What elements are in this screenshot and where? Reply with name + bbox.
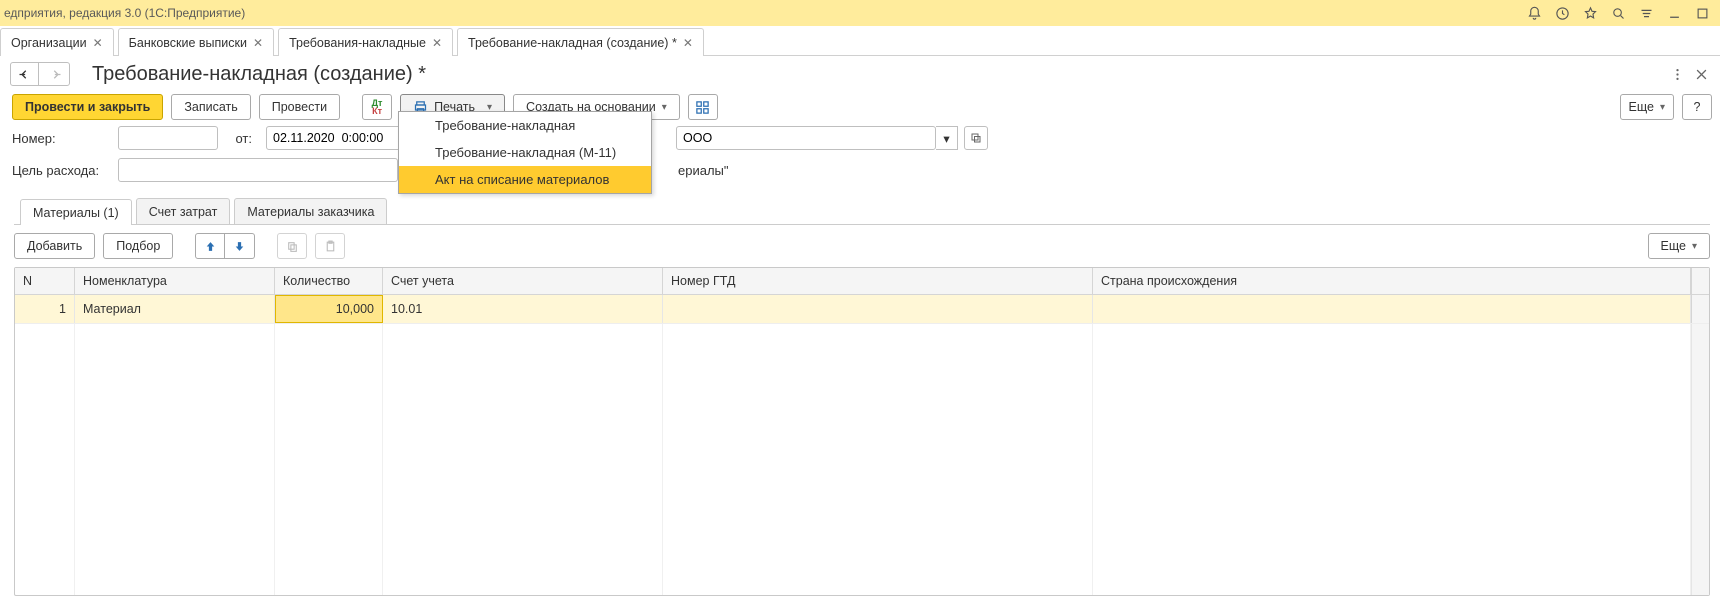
cell-qty[interactable]: 10,000 (275, 295, 383, 323)
close-icon[interactable]: ✕ (93, 36, 103, 50)
table-toolbar: Добавить Подбор Еще ▾ (14, 225, 1710, 267)
col-header-account[interactable]: Счет учета (383, 268, 663, 294)
grid-scrollbar[interactable] (1691, 295, 1709, 323)
table-more-label: Еще (1661, 239, 1686, 253)
purpose-label: Цель расхода: (12, 163, 108, 178)
page-header: Требование-накладная (создание) * (0, 56, 1720, 86)
tab-label: Банковские выписки (129, 36, 247, 50)
minimize-icon[interactable] (1660, 1, 1688, 25)
print-menu-item[interactable]: Требование-накладная (М-11) (399, 139, 651, 166)
document-form: Номер: от: ▾ Цель расхода: ериалы" (0, 126, 1720, 198)
partial-text-fragment: ериалы" (678, 163, 729, 178)
window-tab[interactable]: Банковские выписки ✕ (118, 28, 274, 56)
tab-label: Организации (11, 36, 87, 50)
close-icon[interactable]: ✕ (253, 36, 263, 50)
detail-tab[interactable]: Материалы (1) (20, 199, 132, 225)
history-icon[interactable] (1548, 1, 1576, 25)
window-tab[interactable]: Требования-накладные ✕ (278, 28, 453, 56)
post-button[interactable]: Провести (259, 94, 340, 120)
search-icon[interactable] (1604, 1, 1632, 25)
window-title: едприятия, редакция 3.0 (1С:Предприятие) (0, 6, 245, 20)
grid-scroll-header (1691, 268, 1709, 294)
organization-open-icon[interactable] (964, 126, 988, 150)
col-header-nomenclature[interactable]: Номенклатура (75, 268, 275, 294)
chevron-down-icon: ▾ (1692, 241, 1697, 252)
cell-gtd[interactable] (663, 295, 1093, 323)
col-header-gtd[interactable]: Номер ГТД (663, 268, 1093, 294)
move-row-group (195, 233, 255, 259)
pick-button[interactable]: Подбор (103, 233, 173, 259)
cell-account[interactable]: 10.01 (383, 295, 663, 323)
cell-n[interactable]: 1 (15, 295, 75, 323)
organization-input[interactable] (681, 130, 931, 146)
favorite-icon[interactable] (1576, 1, 1604, 25)
table-row[interactable]: 1 Материал 10,000 10.01 (15, 295, 1709, 324)
col-header-n[interactable]: N (15, 268, 75, 294)
paste-row-button[interactable] (315, 233, 345, 259)
number-input[interactable] (123, 130, 213, 146)
chevron-down-icon: ▾ (1660, 102, 1665, 113)
col-header-qty[interactable]: Количество (275, 268, 383, 294)
number-input-wrapper (118, 126, 218, 150)
purpose-input[interactable] (123, 162, 393, 178)
cell-country[interactable] (1093, 295, 1691, 323)
structure-icon-button[interactable] (688, 94, 718, 120)
notifications-icon[interactable] (1520, 1, 1548, 25)
add-row-button[interactable]: Добавить (14, 233, 95, 259)
window-titlebar: едприятия, редакция 3.0 (1С:Предприятие) (0, 0, 1720, 26)
detail-tab[interactable]: Материалы заказчика (234, 198, 387, 224)
chevron-down-icon: ▾ (662, 102, 667, 113)
page-close-icon[interactable] (1690, 63, 1712, 85)
cell-nomenclature[interactable]: Материал (75, 295, 275, 323)
window-tab[interactable]: Требование-накладная (создание) * ✕ (457, 28, 704, 56)
grid-header: N Номенклатура Количество Счет учета Ном… (15, 268, 1709, 295)
col-header-country[interactable]: Страна происхождения (1093, 268, 1691, 294)
number-label: Номер: (12, 131, 108, 146)
nav-forward-button[interactable] (41, 63, 69, 85)
tab-label: Требование-накладная (создание) * (468, 36, 677, 50)
organization-field: ▾ (676, 126, 988, 150)
maximize-icon[interactable] (1688, 1, 1716, 25)
document-toolbar: Провести и закрыть Записать Провести ДтК… (0, 86, 1720, 126)
window-tabstrip: Организации✕Банковские выписки✕Требовани… (0, 26, 1720, 56)
table-more-button[interactable]: Еще ▾ (1648, 233, 1710, 259)
organization-dropdown-icon[interactable]: ▾ (936, 126, 958, 150)
detail-tabstrip: Материалы (1)Счет затратМатериалы заказч… (14, 198, 1710, 225)
toolbar-more-label: Еще (1629, 100, 1654, 114)
print-menu-item[interactable]: Требование-накладная (399, 112, 651, 139)
help-button[interactable]: ? (1682, 94, 1712, 120)
window-tab[interactable]: Организации ✕ (0, 28, 114, 56)
toolbar-more-button[interactable]: Еще ▾ (1620, 94, 1674, 120)
print-dropdown-menu: Требование-накладнаяТребование-накладная… (398, 111, 652, 194)
date-input[interactable] (271, 130, 405, 146)
detail-tab[interactable]: Счет затрат (136, 198, 231, 224)
dtkt-button[interactable]: ДтКт (362, 94, 392, 120)
menu-icon[interactable] (1632, 1, 1660, 25)
close-icon[interactable]: ✕ (432, 36, 442, 50)
copy-row-button[interactable] (277, 233, 307, 259)
nav-back-button[interactable] (11, 63, 39, 85)
print-menu-item[interactable]: Акт на списание материалов (399, 166, 651, 193)
purpose-input-wrapper (118, 158, 398, 182)
close-icon[interactable]: ✕ (683, 36, 693, 50)
materials-grid: N Номенклатура Количество Счет учета Ном… (14, 267, 1710, 596)
write-button[interactable]: Записать (171, 94, 250, 120)
page-title: Требование-накладная (создание) * (92, 63, 426, 86)
from-label: от: (228, 131, 252, 146)
tab-label: Требования-накладные (289, 36, 426, 50)
page-actions-icon[interactable] (1666, 63, 1688, 85)
nav-back-forward (10, 62, 70, 86)
post-and-close-button[interactable]: Провести и закрыть (12, 94, 163, 120)
move-down-button[interactable] (225, 233, 255, 259)
move-up-button[interactable] (195, 233, 225, 259)
